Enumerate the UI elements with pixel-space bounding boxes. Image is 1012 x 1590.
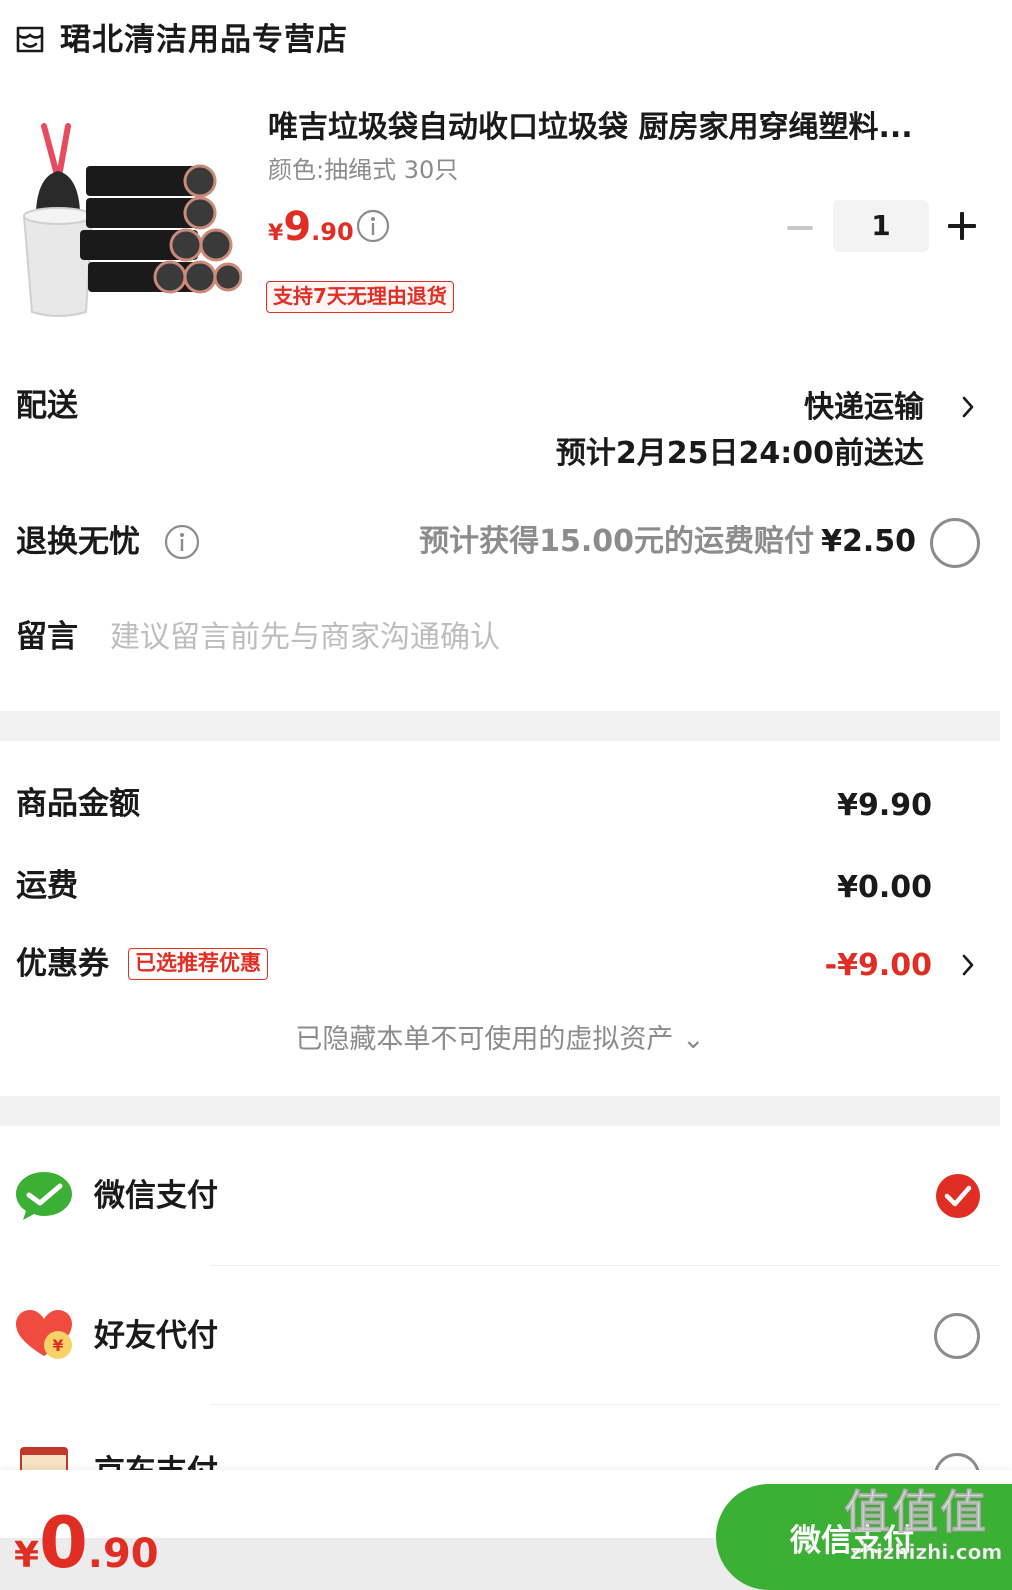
total-currency: ¥ — [14, 1535, 40, 1576]
section-divider — [0, 1096, 1000, 1126]
quantity-plus-button[interactable] — [946, 210, 978, 242]
total-integer: 0 — [39, 1502, 88, 1584]
payment-method-label[interactable]: 微信支付 — [94, 1176, 218, 1216]
goods-amount-value: ¥9.90 — [837, 788, 932, 823]
quantity-minus-button[interactable] — [786, 218, 814, 238]
total-decimal: .90 — [87, 1531, 159, 1577]
message-input[interactable] — [110, 614, 870, 660]
return-insurance-radio[interactable] — [930, 518, 980, 568]
price-info-icon[interactable] — [356, 209, 390, 243]
return-insurance-description: 预计获得15.00元的运费赔付 — [419, 524, 814, 559]
price-currency: ¥ — [268, 221, 284, 246]
wechat-pay-icon — [16, 1172, 72, 1220]
product-title[interactable]: 唯吉垃圾袋自动收口垃圾袋 厨房家用穿绳塑料... — [268, 108, 988, 148]
hidden-assets-toggle[interactable]: 已隐藏本单不可使用的虚拟资产 ⌄ — [0, 1020, 1000, 1060]
coupon-label: 优惠券 — [16, 946, 109, 982]
chevron-right-icon[interactable] — [958, 392, 978, 422]
shipping-fee-label: 运费 — [16, 868, 78, 904]
info-icon[interactable] — [164, 524, 200, 560]
watermark-url: zhizhizhi.com — [850, 1540, 1003, 1565]
delivery-label: 配送 — [16, 388, 78, 424]
coupon-recommended-tag[interactable]: 已选推荐优惠 — [128, 948, 268, 980]
store-icon — [16, 26, 44, 53]
divider — [210, 1265, 1000, 1266]
payment-method-label[interactable]: 好友代付 — [94, 1316, 218, 1356]
chevron-right-icon[interactable] — [958, 950, 978, 980]
product-image[interactable] — [16, 116, 242, 326]
delivery-method[interactable]: 快递运输 — [804, 388, 924, 428]
product-spec[interactable]: 颜色:抽绳式 30只 — [268, 154, 458, 186]
coupon-value[interactable]: -¥9.00 — [825, 946, 932, 986]
svg-text:¥: ¥ — [52, 1336, 63, 1355]
delivery-eta: 预计2月25日24:00前送达 — [555, 436, 924, 471]
message-label: 留言 — [16, 619, 78, 655]
price-decimal: .90 — [311, 218, 354, 246]
return-insurance-label: 退换无忧 — [16, 524, 140, 560]
shipping-fee-value: ¥0.00 — [837, 870, 932, 905]
return-insurance-price: ¥2.50 — [821, 524, 916, 559]
divider — [210, 1404, 1000, 1405]
payment-method-label[interactable]: 京东支付 — [94, 1452, 218, 1470]
return-policy-tag: 支持7天无理由退货 — [266, 281, 454, 313]
goods-amount-label: 商品金额 — [16, 786, 140, 822]
selected-check-icon[interactable] — [935, 1173, 981, 1219]
product-price: ¥9.90 — [268, 204, 354, 254]
section-divider — [0, 711, 1000, 741]
friend-pay-icon: ¥ — [16, 1310, 72, 1359]
quantity-value[interactable]: 1 — [833, 200, 929, 252]
store-name[interactable]: 珺北清洁用品专营店 — [60, 20, 348, 60]
watermark: 值值值 — [844, 1485, 988, 1540]
payment-radio[interactable] — [934, 1313, 980, 1359]
price-integer: 9 — [283, 204, 312, 250]
total-price: ¥0.90 — [14, 1498, 159, 1590]
